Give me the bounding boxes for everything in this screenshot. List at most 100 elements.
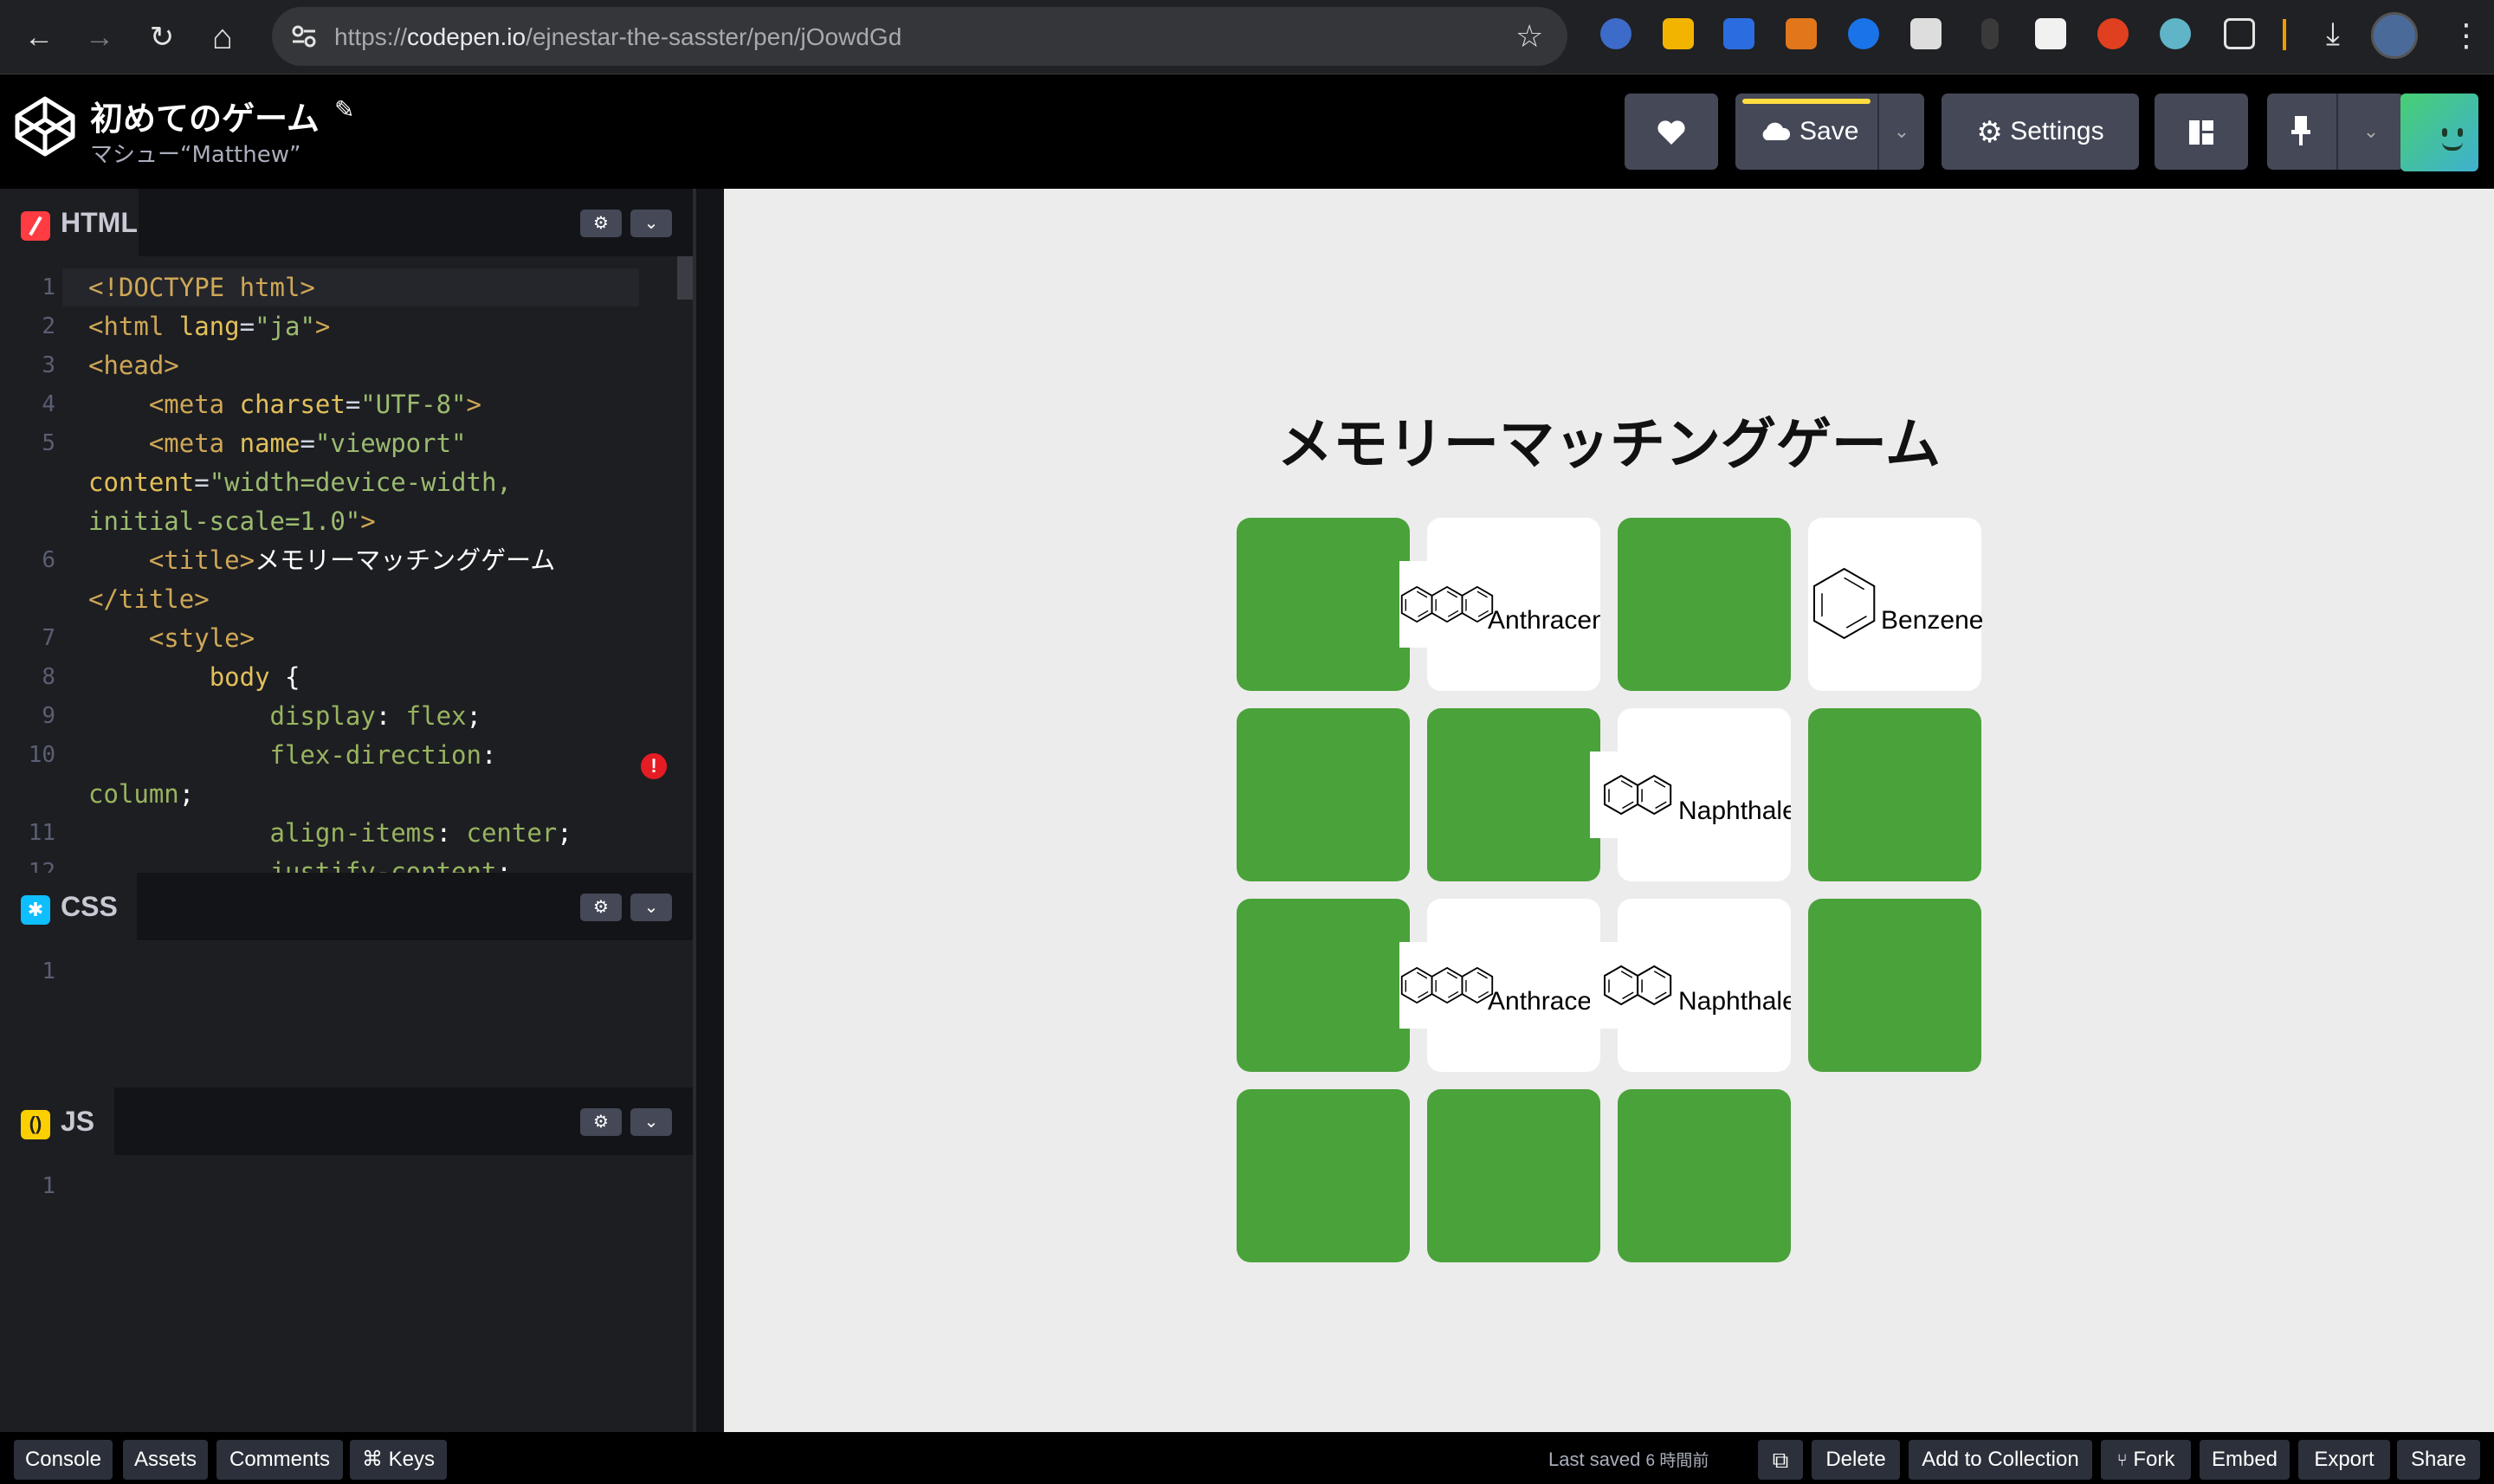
naphthalene-icon — [1590, 752, 1685, 838]
memory-card-face-down[interactable] — [1427, 1089, 1600, 1262]
qr-code-icon[interactable] — [2035, 18, 2066, 49]
memory-card-face-up[interactable]: Naphthalene — [1590, 708, 1791, 881]
memory-card-face-down[interactable] — [1618, 1089, 1791, 1262]
save-button-group: Save ⌄ — [1735, 94, 1924, 170]
fork-button[interactable]: ⑂ Fork — [2101, 1440, 2191, 1480]
bookmark-star-icon[interactable]: ☆ — [1515, 19, 1550, 54]
html-editor-tab[interactable]: HTML — [0, 189, 139, 256]
editor-scrollbar[interactable] — [677, 256, 693, 300]
microphone-icon[interactable] — [1981, 18, 1999, 49]
settings-button[interactable]: ⚙ Settings — [1942, 94, 2139, 170]
pen-title[interactable]: 初めてのゲーム — [90, 92, 320, 139]
html-code-line: <meta name="viewport" — [88, 424, 467, 463]
extension-1-icon[interactable] — [1600, 18, 1631, 49]
share-button[interactable]: Share — [2397, 1440, 2480, 1480]
home-button[interactable]: ⌂ — [197, 12, 248, 62]
url-text: https://codepen.io/ejnestar-the-sasster/… — [334, 23, 902, 50]
browser-menu-icon[interactable]: ⋮ — [2451, 12, 2482, 59]
reload-button[interactable]: ↻ — [137, 12, 187, 62]
html-code-line: </title> — [88, 580, 210, 619]
add-to-collection-button[interactable]: Add to Collection — [1909, 1440, 2092, 1480]
memory-card-face-up[interactable]: Anthracene — [1399, 899, 1600, 1072]
css-editor-settings-gear-icon[interactable]: ⚙ — [580, 894, 622, 921]
extensions-puzzle-icon[interactable] — [2224, 18, 2255, 49]
memory-card-face-up[interactable]: Anthracene — [1399, 518, 1600, 691]
extension-9-icon[interactable] — [2097, 18, 2129, 49]
keys-button[interactable]: ⌘ Keys — [350, 1440, 447, 1480]
forward-button[interactable]: → — [74, 12, 125, 62]
assets-button[interactable]: Assets — [123, 1440, 208, 1480]
card-label: Anthracene — [1488, 987, 1600, 1016]
codepen-logo-icon[interactable] — [12, 94, 78, 159]
edit-title-pencil-icon[interactable]: ✎ — [334, 95, 360, 125]
html-line-number: 4 — [42, 391, 55, 417]
embed-button[interactable]: Embed — [2200, 1440, 2290, 1480]
save-button[interactable]: Save — [1735, 94, 1877, 170]
export-button[interactable]: Export — [2298, 1440, 2390, 1480]
css-code-area[interactable]: 1 — [0, 940, 693, 1087]
css-editor-tab[interactable]: ✱ CSS — [0, 873, 137, 940]
css-editor-collapse-chevron-down-icon[interactable]: ⌄ — [630, 894, 672, 921]
memory-card-face-down[interactable] — [1237, 518, 1410, 691]
code-token: { — [285, 662, 300, 692]
address-bar[interactable]: https://codepen.io/ejnestar-the-sasster/… — [272, 7, 1567, 66]
comments-button[interactable]: Comments — [216, 1440, 343, 1480]
extension-2-icon[interactable] — [1663, 18, 1694, 49]
js-editor-collapse-chevron-down-icon[interactable]: ⌄ — [630, 1108, 672, 1136]
heart-icon — [1657, 120, 1685, 145]
pin-options-chevron-down-icon[interactable]: ⌄ — [2338, 94, 2404, 170]
memory-card-face-down[interactable] — [1427, 708, 1600, 881]
html-code-line: display: flex; — [88, 697, 481, 736]
error-alert-icon[interactable]: ! — [641, 753, 667, 779]
user-avatar[interactable] — [2400, 94, 2478, 171]
love-button[interactable] — [1625, 94, 1718, 170]
extension-5-icon[interactable] — [1848, 18, 1879, 49]
js-code-area[interactable]: 1 — [0, 1155, 693, 1432]
memory-card-face-down[interactable] — [1618, 518, 1791, 691]
pen-author[interactable]: マシュー“Matthew” — [90, 137, 300, 169]
html-line-number: 6 — [42, 547, 55, 573]
metamask-icon[interactable] — [1786, 18, 1817, 49]
save-options-chevron-down-icon[interactable]: ⌄ — [1879, 94, 1924, 170]
extension-10-icon[interactable] — [2160, 18, 2191, 49]
extension-6-icon[interactable] — [1910, 18, 1942, 49]
html-line-number: 1 — [42, 274, 55, 300]
downloads-icon[interactable]: ⤓ — [2316, 16, 2350, 54]
site-settings-icon[interactable] — [291, 24, 317, 48]
memory-card-face-up[interactable]: Naphthalene — [1590, 899, 1791, 1072]
html-editor-settings-gear-icon[interactable]: ⚙ — [580, 210, 622, 237]
html-editor-collapse-chevron-down-icon[interactable]: ⌄ — [630, 210, 672, 237]
memory-card-face-down[interactable] — [1237, 708, 1410, 881]
memory-card-face-down[interactable] — [1237, 899, 1410, 1072]
result-preview: メモリーマッチングゲーム AnthraceneBenzeneNaphthalen… — [724, 189, 2494, 1432]
editor-resize-handle[interactable] — [693, 189, 724, 1432]
change-view-button[interactable] — [2155, 94, 2248, 170]
gear-icon: ⚙ — [1976, 116, 2003, 150]
fork-icon: ⑂ — [2116, 1451, 2128, 1470]
console-button[interactable]: Console — [14, 1440, 113, 1480]
pin-button[interactable] — [2267, 94, 2336, 170]
js-editor-settings-gear-icon[interactable]: ⚙ — [580, 1108, 622, 1136]
html-code-line: align-items: center; — [88, 814, 572, 853]
memory-card-face-down[interactable] — [1237, 1089, 1410, 1262]
html-line-number: 9 — [42, 703, 55, 729]
profile-avatar[interactable] — [2371, 12, 2418, 59]
delete-button[interactable]: Delete — [1812, 1440, 1900, 1480]
code-token: = — [300, 429, 315, 458]
open-new-window-icon[interactable]: ⧉ — [1758, 1440, 1803, 1480]
html-code-line: content="width=device-width, — [88, 463, 512, 502]
memory-card-face-down[interactable] — [1808, 899, 1981, 1072]
html-code-area[interactable]: 1 <!DOCTYPE html> 2 <html lang="ja"> 3 <head>… — [0, 256, 693, 873]
back-button[interactable]: ← — [14, 12, 64, 62]
js-editor-tab[interactable]: () JS — [0, 1087, 114, 1155]
html-editor-header: HTML ⚙ ⌄ — [0, 189, 693, 256]
code-token: initial-scale=1.0" — [88, 506, 361, 536]
code-token: <meta — [148, 429, 240, 458]
extension-3-icon[interactable] — [1723, 18, 1754, 49]
code-token: flex-direction — [269, 740, 481, 770]
memory-card-face-up[interactable]: Benzene — [1808, 518, 1983, 691]
memory-card-face-down[interactable] — [1808, 708, 1981, 881]
